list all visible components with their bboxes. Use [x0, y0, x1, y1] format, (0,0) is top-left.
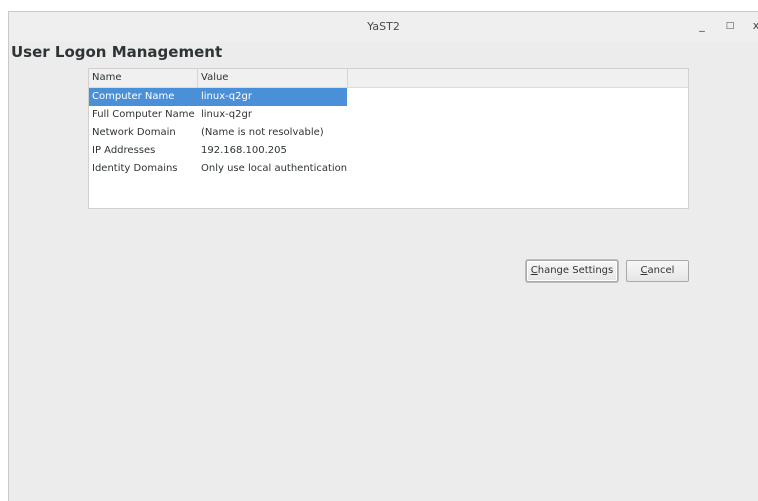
- info-table[interactable]: Name Value Computer Name linux-q2gr Full…: [88, 68, 689, 209]
- window-title: YaST2: [367, 20, 400, 33]
- table-row[interactable]: IP Addresses 192.168.100.205: [89, 142, 347, 160]
- row-name: Network Domain: [92, 127, 176, 138]
- table-row[interactable]: Full Computer Name linux-q2gr: [89, 106, 347, 124]
- row-name: Computer Name: [92, 91, 175, 102]
- yast-window: YaST2 _ □ x User Logon Management Name V…: [8, 11, 758, 501]
- title-bar[interactable]: YaST2 _ □ x: [9, 12, 758, 42]
- row-value: Only use local authentication: [201, 163, 348, 174]
- row-value: linux-q2gr: [201, 109, 252, 120]
- table-row[interactable]: Identity Domains Only use local authenti…: [89, 160, 347, 178]
- button-label: ancel: [647, 265, 675, 276]
- table-header: Name Value: [89, 69, 688, 88]
- cancel-button[interactable]: Cancel: [626, 260, 689, 282]
- change-settings-button[interactable]: Change Settings: [526, 260, 618, 282]
- row-value: (Name is not resolvable): [201, 127, 324, 138]
- column-header-value[interactable]: Value: [201, 72, 228, 83]
- button-label: hange Settings: [537, 265, 614, 276]
- close-icon[interactable]: x: [748, 18, 758, 34]
- row-value: linux-q2gr: [201, 91, 252, 102]
- column-divider: [347, 69, 348, 88]
- table-row[interactable]: Network Domain (Name is not resolvable): [89, 124, 347, 142]
- table-row[interactable]: Computer Name linux-q2gr: [89, 88, 347, 106]
- row-name: Full Computer Name: [92, 109, 195, 120]
- page-title: User Logon Management: [11, 43, 223, 61]
- column-divider: [197, 69, 198, 88]
- maximize-icon[interactable]: □: [722, 18, 738, 34]
- row-name: IP Addresses: [92, 145, 156, 156]
- row-value: 192.168.100.205: [201, 145, 287, 156]
- mnemonic-letter: C: [640, 265, 648, 276]
- mnemonic-letter: C: [530, 265, 538, 276]
- minimize-icon[interactable]: _: [694, 18, 710, 34]
- column-header-name[interactable]: Name: [92, 72, 122, 83]
- row-name: Identity Domains: [92, 163, 178, 174]
